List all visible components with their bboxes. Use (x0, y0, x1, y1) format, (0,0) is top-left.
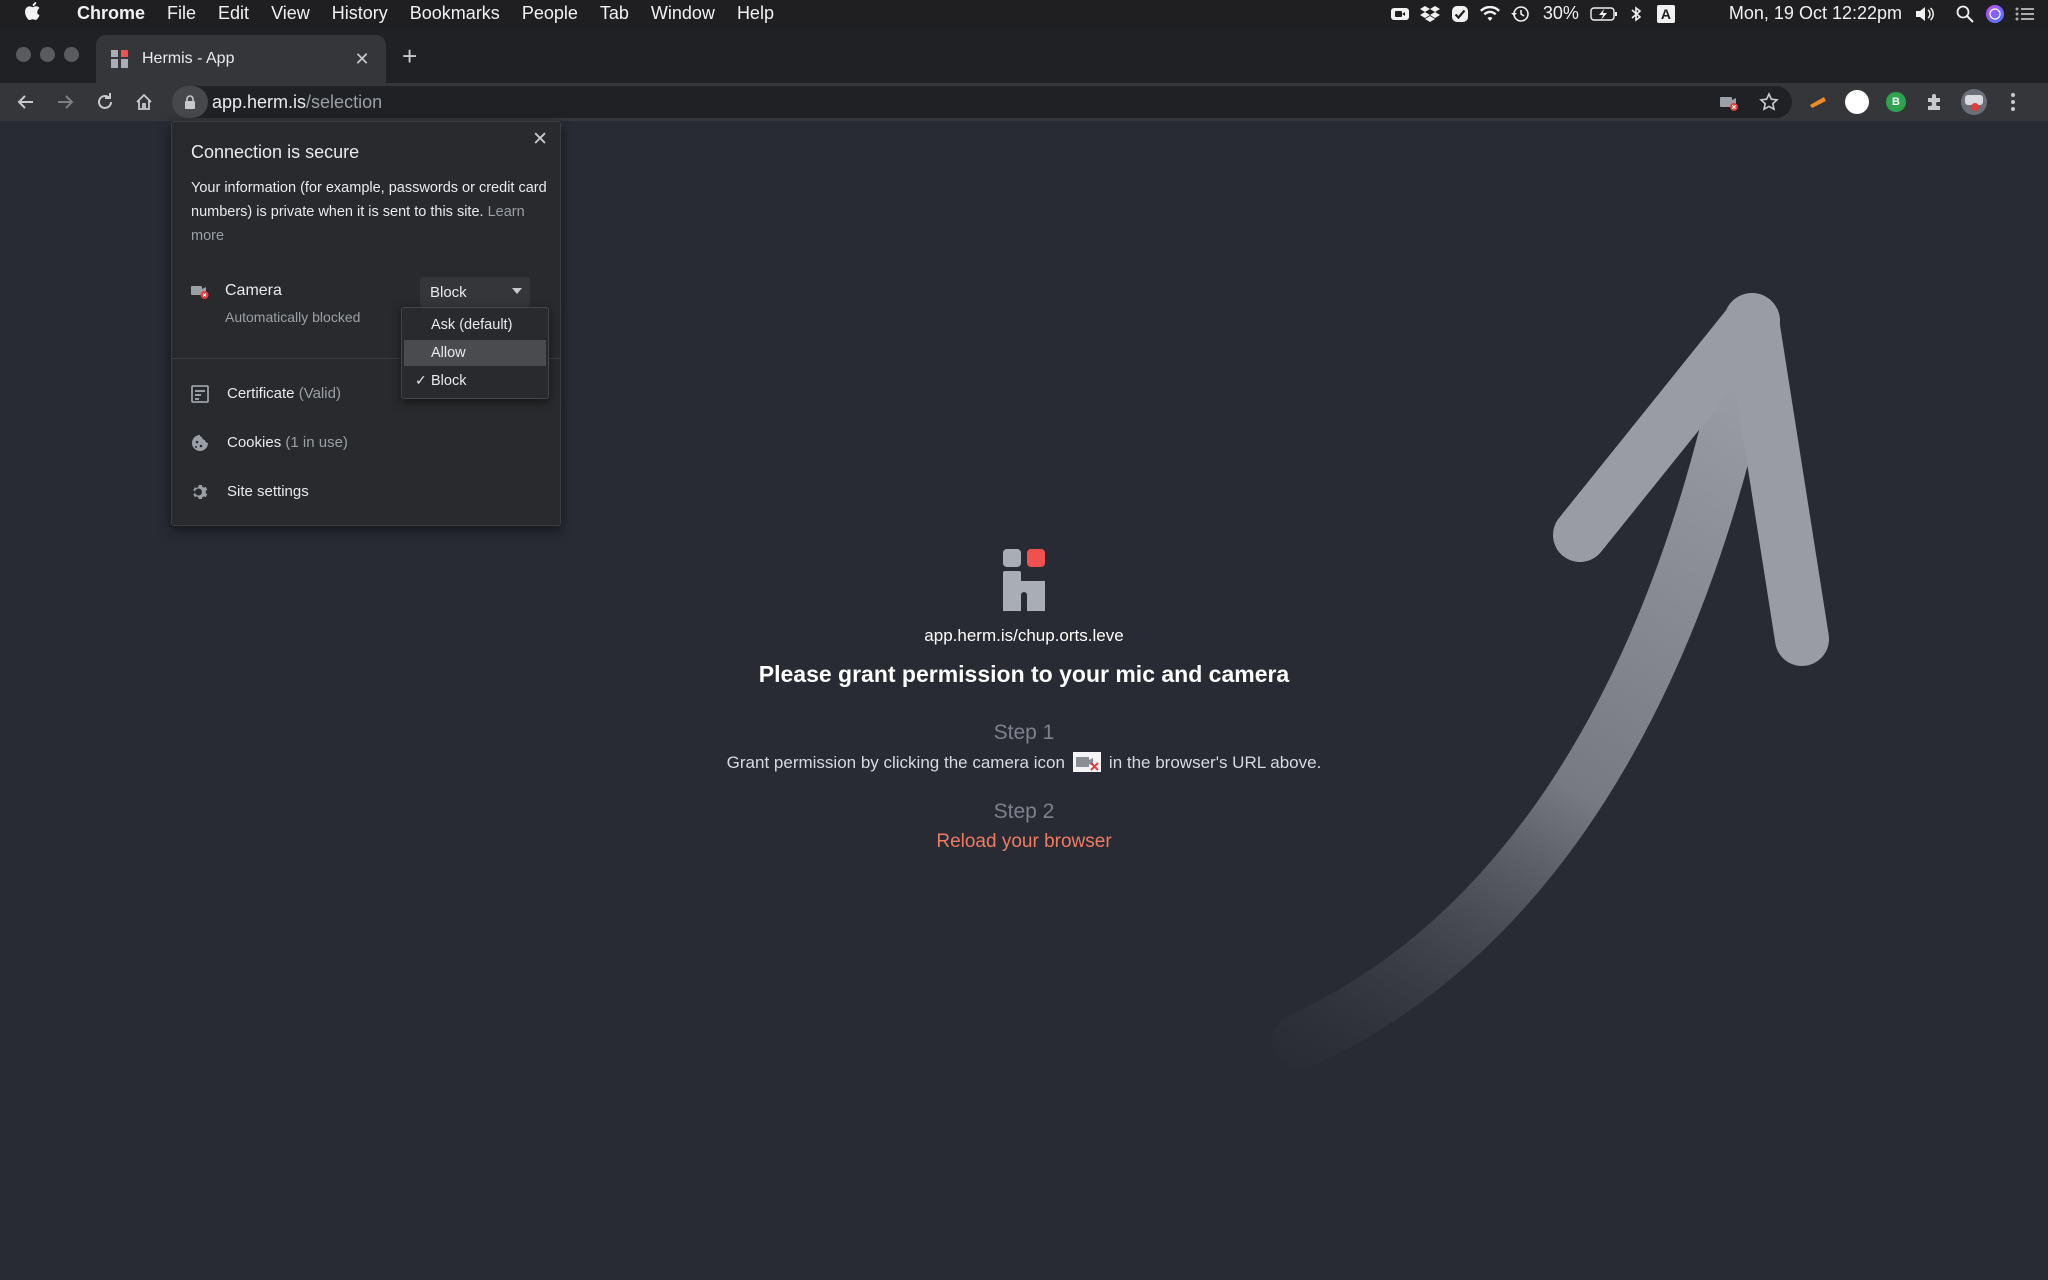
menu-file[interactable]: File (156, 3, 207, 24)
battery-percent: 30% (1542, 3, 1579, 23)
profile-avatar[interactable] (1961, 89, 1987, 115)
camera-blocked-icon[interactable] (1716, 89, 1742, 115)
menu-tab[interactable]: Tab (589, 3, 640, 24)
option-ask-label: Ask (default) (431, 317, 513, 333)
camera-status: Automatically blocked (225, 309, 361, 325)
reload-icon[interactable] (92, 89, 118, 115)
menu-people[interactable]: People (511, 3, 589, 24)
menu-bookmarks[interactable]: Bookmarks (399, 3, 511, 24)
popup-description: Your information (for example, passwords… (191, 176, 551, 248)
extension-white-circle-icon[interactable] (1844, 89, 1870, 115)
step2-label: Step 2 (993, 800, 1055, 823)
tab-close-icon[interactable]: ✕ (352, 49, 372, 70)
check-icon[interactable] (1445, 0, 1475, 27)
tab-title: Hermis - App (142, 50, 235, 67)
menu-history[interactable]: History (321, 3, 399, 24)
site-settings-row[interactable]: Site settings (191, 480, 541, 504)
input-source-label: A (1656, 4, 1675, 23)
url-host: app.herm.is (212, 91, 307, 112)
browser-toolbar: app.herm.is/selection B (0, 83, 2048, 121)
window-minimize-button[interactable] (40, 47, 55, 62)
chrome-menu-icon[interactable] (2000, 89, 2026, 115)
bookmark-star-icon[interactable] (1756, 89, 1782, 115)
camera-blocked-icon (191, 286, 209, 299)
forward-arrow-icon[interactable] (52, 89, 78, 115)
window-close-button[interactable] (16, 47, 31, 62)
reload-browser-link[interactable]: Reload your browser (0, 831, 2048, 853)
camera-permission-dropdown: Ask (default) Allow ✓ Block (401, 307, 549, 399)
extension-orange-icon[interactable] (1805, 89, 1831, 115)
address-bar[interactable]: app.herm.is/selection (172, 86, 1792, 118)
menu-app-name[interactable]: Chrome (66, 3, 156, 24)
menu-edit[interactable]: Edit (207, 3, 260, 24)
wifi-icon[interactable] (1475, 0, 1505, 27)
camera-select-value: Block (430, 283, 467, 301)
dropbox-icon[interactable] (1415, 0, 1445, 27)
cookie-icon (192, 435, 208, 451)
page-title: Please grant permission to your mic and … (758, 661, 1290, 687)
option-block-label: Block (431, 373, 467, 389)
time-machine-icon[interactable] (1505, 0, 1535, 27)
site-name: app.herm.is/chup.orts.leve (924, 626, 1124, 645)
hermis-logo-icon (1003, 549, 1045, 611)
option-block[interactable]: ✓ Block (404, 368, 546, 394)
window-zoom-button[interactable] (64, 47, 79, 62)
certificate-label: Certificate (Valid) (227, 385, 341, 402)
chevron-down-icon (512, 288, 522, 294)
extensions-puzzle-icon[interactable] (1922, 89, 1948, 115)
menubar-clock[interactable]: Mon, 19 Oct 12:22pm (1721, 3, 1910, 24)
hermis-favicon-icon (110, 49, 130, 69)
cookies-title: Cookies (227, 434, 282, 451)
checkmark-icon: ✓ (415, 372, 427, 388)
site-settings-label: Site settings (227, 483, 309, 500)
siri-icon[interactable] (1980, 0, 2010, 27)
spotlight-icon[interactable] (1950, 0, 1980, 27)
camera-label: Camera (225, 282, 282, 299)
option-ask-default[interactable]: Ask (default) (404, 312, 546, 338)
menu-help[interactable]: Help (726, 3, 785, 24)
camera-permission-select[interactable]: Block (420, 277, 530, 307)
macos-menubar: Chrome File Edit View History Bookmarks … (0, 0, 2048, 27)
camera-blocked-inline-icon (1072, 751, 1101, 772)
cookies-label: Cookies (1 in use) (227, 434, 348, 451)
battery-icon[interactable] (1587, 0, 1621, 27)
camera-icon[interactable] (1385, 0, 1415, 27)
url-text: app.herm.is/selection (212, 92, 382, 113)
notification-center-icon[interactable] (2010, 0, 2040, 27)
step1-text-after: in the browser's URL above. (1108, 753, 1322, 772)
lock-icon[interactable] (172, 86, 208, 118)
step1-instructions: Grant permission by clicking the camera … (0, 751, 2048, 774)
browser-tab-active[interactable]: Hermis - App ✕ (96, 35, 386, 83)
gear-icon (193, 485, 208, 499)
option-allow[interactable]: Allow (404, 340, 546, 366)
url-path: /selection (306, 91, 383, 112)
bluetooth-icon[interactable] (1621, 0, 1651, 27)
certificate-title: Certificate (227, 385, 295, 402)
camera-permission-row: Camera Block (191, 277, 543, 307)
back-arrow-icon[interactable] (13, 89, 39, 115)
menu-view[interactable]: View (260, 3, 321, 24)
tab-strip: Hermis - App ✕ + (0, 27, 2048, 83)
popup-title: Connection is secure (191, 142, 360, 162)
popup-close-icon[interactable]: ✕ (532, 128, 548, 151)
option-allow-label: Allow (431, 345, 466, 361)
step1-text-before: Grant permission by clicking the camera … (726, 753, 1065, 772)
volume-icon[interactable] (1910, 0, 1940, 27)
certificate-icon (191, 385, 209, 403)
extension-green-icon[interactable]: B (1883, 89, 1909, 115)
certificate-status: (Valid) (298, 385, 341, 402)
cookies-count: (1 in use) (285, 434, 348, 451)
step1-label: Step 1 (993, 721, 1055, 744)
cookies-row[interactable]: Cookies (1 in use) (191, 431, 541, 455)
apple-menu-icon[interactable] (0, 1, 66, 27)
new-tab-icon[interactable]: + (402, 41, 417, 72)
menu-window[interactable]: Window (640, 3, 726, 24)
home-icon[interactable] (131, 89, 157, 115)
input-source-icon[interactable]: A (1651, 0, 1681, 27)
